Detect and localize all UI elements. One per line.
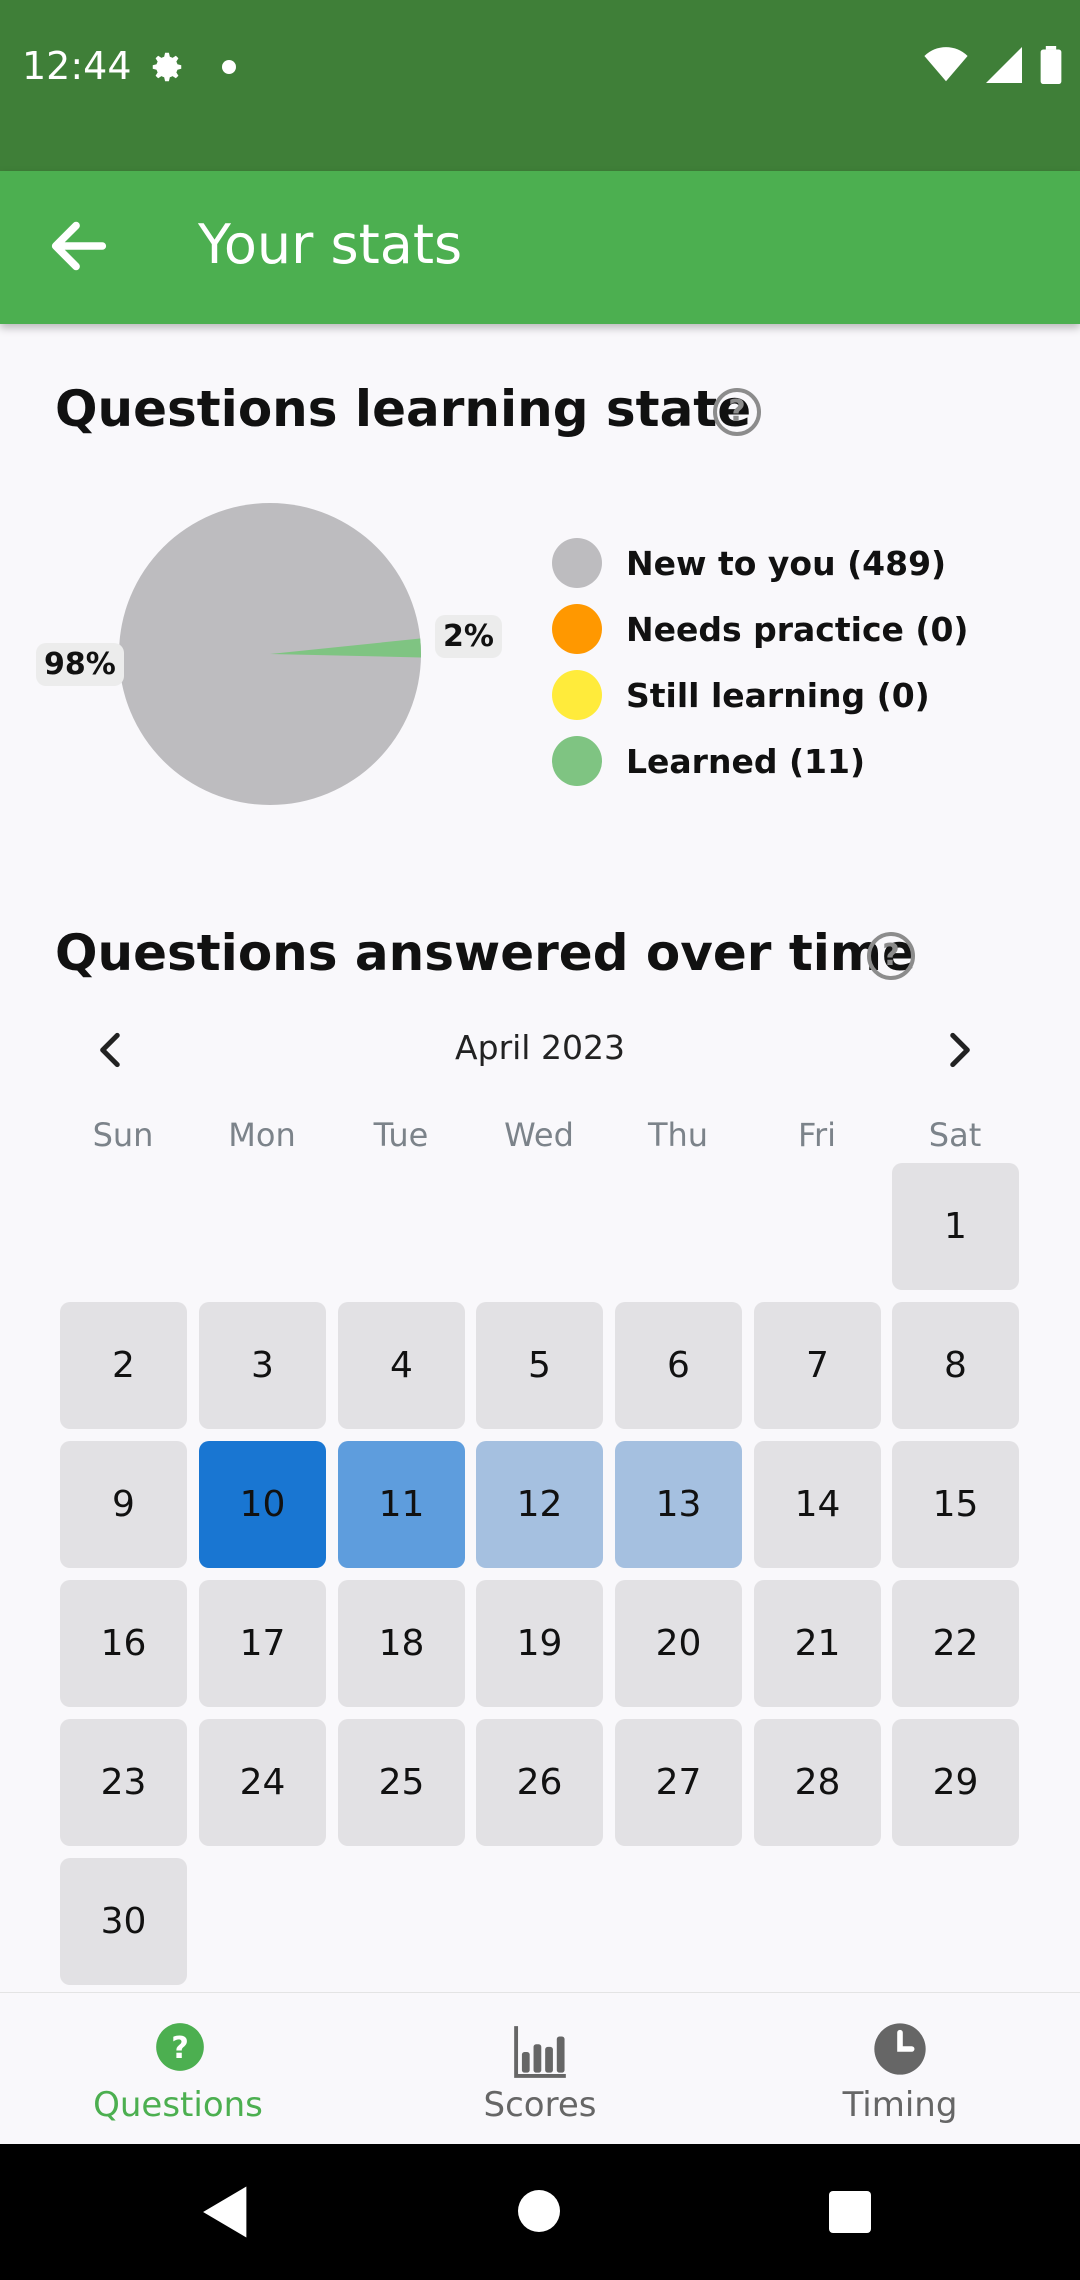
clock-icon — [874, 2023, 926, 2075]
weekday-sun: Sun — [92, 1116, 154, 1154]
calendar-day-27[interactable]: 27 — [615, 1719, 742, 1846]
battery-icon — [1040, 46, 1062, 84]
legend-item-still-learning: Still learning (0) — [552, 662, 969, 728]
weekday-tue: Tue — [373, 1116, 429, 1154]
weekday-wed: Wed — [504, 1116, 574, 1154]
calendar-day-16[interactable]: 16 — [60, 1580, 187, 1707]
nav-item-timing[interactable]: Timing — [720, 1993, 1080, 2145]
calendar-day-25[interactable]: 25 — [338, 1719, 465, 1846]
calendar-day-18[interactable]: 18 — [338, 1580, 465, 1707]
learning-state-help-icon[interactable]: ? — [713, 388, 761, 436]
month-label: April 2023 — [455, 1028, 625, 1067]
status-time: 12:44 — [22, 44, 132, 88]
calendar-day-23[interactable]: 23 — [60, 1719, 187, 1846]
pie-legend: New to you (489) Needs practice (0) Stil… — [552, 530, 969, 794]
status-bar: 12:44 — [0, 0, 1080, 171]
system-home-icon[interactable] — [518, 2190, 560, 2232]
bar-chart-icon — [514, 2026, 566, 2078]
legend-dot-needs-practice — [552, 604, 602, 654]
nav-item-scores[interactable]: Scores — [360, 1993, 720, 2145]
system-recents-icon[interactable] — [829, 2191, 871, 2233]
calendar-day-19[interactable]: 19 — [476, 1580, 603, 1707]
calendar-day-20[interactable]: 20 — [615, 1580, 742, 1707]
app-bar: Your stats — [0, 171, 1080, 324]
question-circle-icon: ? — [156, 2023, 204, 2071]
calendar-day-13[interactable]: 13 — [615, 1441, 742, 1568]
calendar-day-4[interactable]: 4 — [338, 1302, 465, 1429]
legend-label-new: New to you (489) — [626, 543, 947, 583]
answered-over-time-help-icon[interactable]: ? — [867, 932, 915, 980]
calendar-day-2[interactable]: 2 — [60, 1302, 187, 1429]
legend-item-learned: Learned (11) — [552, 728, 969, 794]
legend-item-needs-practice: Needs practice (0) — [552, 596, 969, 662]
weekday-sat: Sat — [928, 1116, 982, 1154]
calendar-day-3[interactable]: 3 — [199, 1302, 326, 1429]
calendar-day-11[interactable]: 11 — [338, 1441, 465, 1568]
system-navigation-bar — [0, 2144, 1080, 2280]
calendar-day-5[interactable]: 5 — [476, 1302, 603, 1429]
nav-label-scores: Scores — [483, 2085, 597, 2125]
legend-label-needs-practice: Needs practice (0) — [626, 609, 969, 649]
weekday-fri: Fri — [797, 1116, 837, 1154]
calendar-day-12[interactable]: 12 — [476, 1441, 603, 1568]
notification-dot-icon — [222, 60, 236, 74]
calendar-day-10[interactable]: 10 — [199, 1441, 326, 1568]
nav-label-questions: Questions — [93, 2085, 263, 2125]
signal-icon — [986, 47, 1022, 83]
weekday-thu: Thu — [647, 1116, 709, 1154]
learning-state-pie-chart: 98% 2% — [30, 495, 502, 825]
answered-over-time-title: Questions answered over time — [55, 924, 916, 982]
calendar-day-21[interactable]: 21 — [754, 1580, 881, 1707]
calendar-day-28[interactable]: 28 — [754, 1719, 881, 1846]
svg-text:?: ? — [171, 2031, 189, 2066]
wifi-icon — [924, 47, 968, 82]
page-title: Your stats — [198, 213, 463, 276]
system-back-icon[interactable] — [200, 2184, 252, 2240]
learning-state-title: Questions learning state — [55, 380, 752, 438]
legend-label-still-learning: Still learning (0) — [626, 675, 930, 715]
calendar-day-22[interactable]: 22 — [892, 1580, 1019, 1707]
bottom-navigation: ? Questions Scores Timing — [0, 1992, 1080, 2145]
settings-gear-icon — [152, 52, 182, 82]
calendar-day-9[interactable]: 9 — [60, 1441, 187, 1568]
calendar-day-6[interactable]: 6 — [615, 1302, 742, 1429]
calendar-day-24[interactable]: 24 — [199, 1719, 326, 1846]
legend-dot-new — [552, 538, 602, 588]
pie-label-new-percent: 98% — [36, 643, 124, 686]
calendar-day-26[interactable]: 26 — [476, 1719, 603, 1846]
weekday-mon: Mon — [228, 1116, 296, 1154]
pie-label-learned-percent: 2% — [435, 615, 502, 658]
calendar-day-17[interactable]: 17 — [199, 1580, 326, 1707]
legend-dot-learned — [552, 736, 602, 786]
legend-dot-still-learning — [552, 670, 602, 720]
calendar-day-1[interactable]: 1 — [892, 1163, 1019, 1290]
calendar-day-14[interactable]: 14 — [754, 1441, 881, 1568]
nav-label-timing: Timing — [842, 2085, 958, 2125]
status-indicators — [924, 46, 1062, 84]
calendar-day-7[interactable]: 7 — [754, 1302, 881, 1429]
nav-item-questions[interactable]: ? Questions — [0, 1993, 360, 2145]
legend-item-new: New to you (489) — [552, 530, 969, 596]
calendar-day-15[interactable]: 15 — [892, 1441, 1019, 1568]
calendar-day-8[interactable]: 8 — [892, 1302, 1019, 1429]
legend-label-learned: Learned (11) — [626, 741, 866, 781]
next-month-chevron-icon[interactable] — [934, 1025, 984, 1075]
calendar-day-29[interactable]: 29 — [892, 1719, 1019, 1846]
back-arrow-icon[interactable] — [44, 211, 114, 281]
calendar-day-30[interactable]: 30 — [60, 1858, 187, 1985]
